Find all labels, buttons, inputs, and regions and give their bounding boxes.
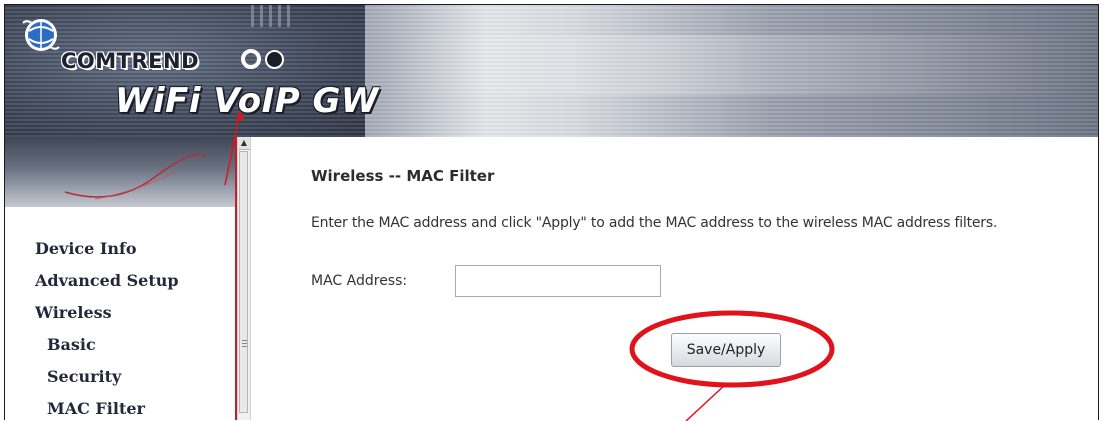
scroll-up-icon[interactable]: ▲ <box>238 137 250 150</box>
banner-gloss <box>385 35 1085 95</box>
comtrend-logo-icon <box>22 19 60 51</box>
nav-item-basic[interactable]: Basic <box>5 329 235 361</box>
header-banner: COMTREND WiFi VoIP GW <box>5 5 1098 137</box>
left-navigation: Device Info Advanced Setup Wireless Basi… <box>5 137 237 420</box>
nav-item-security[interactable]: Security <box>5 361 235 393</box>
nav-item-wireless[interactable]: Wireless <box>5 297 235 329</box>
scroll-grip-icon <box>242 340 247 347</box>
scroll-thumb[interactable] <box>239 151 248 413</box>
page-title: Wireless -- MAC Filter <box>311 167 495 185</box>
nav-scrollbar[interactable]: ▲ <box>237 137 251 420</box>
save-apply-button[interactable]: Save/Apply <box>671 333 781 367</box>
nav-item-device-info[interactable]: Device Info <box>5 233 235 265</box>
main-content: Wireless -- MAC Filter Enter the MAC add… <box>251 137 1098 420</box>
router-web-ui: COMTREND WiFi VoIP GW Device Info Advanc… <box>4 4 1099 420</box>
page-description: Enter the MAC address and click "Apply" … <box>311 215 998 231</box>
banner-bars <box>251 5 291 27</box>
nav-item-advanced-setup[interactable]: Advanced Setup <box>5 265 235 297</box>
brand-name: COMTREND <box>61 49 200 73</box>
mac-address-input[interactable] <box>455 265 661 297</box>
brand-dots-icon <box>241 49 284 69</box>
mac-address-label: MAC Address: <box>311 273 408 289</box>
nav-list: Device Info Advanced Setup Wireless Basi… <box>5 233 235 420</box>
product-name: WiFi VoIP GW <box>115 81 379 121</box>
nav-item-mac-filter[interactable]: MAC Filter <box>5 393 235 420</box>
nav-header-art <box>5 137 235 207</box>
